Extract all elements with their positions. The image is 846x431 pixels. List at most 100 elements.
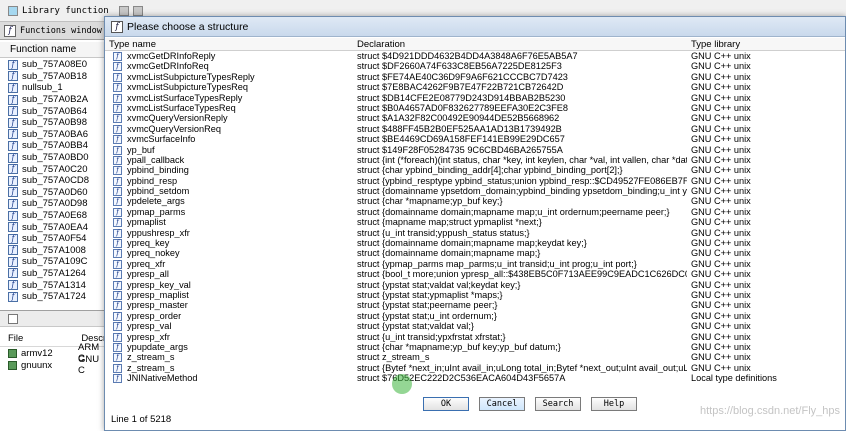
- structure-declaration: struct $DF2660A74F633C8EB56A7225DE8125F3: [357, 61, 562, 72]
- structure-icon: f: [113, 249, 122, 259]
- function-list-item[interactable]: f sub_757A0BD0: [8, 152, 107, 164]
- cancel-button[interactable]: Cancel: [479, 397, 525, 411]
- type-library-column-header[interactable]: Type library: [691, 39, 740, 50]
- function-list-item[interactable]: f sub_757A1008: [8, 245, 107, 257]
- structure-type-library: GNU C++ unix: [691, 279, 751, 290]
- structure-type-library: GNU C++ unix: [691, 362, 751, 373]
- structure-row[interactable]: f ypbind_resp struct {ypbind_resptype ypbi…: [105, 176, 845, 186]
- structure-row[interactable]: f JNINativeMethod struct $76D52EC222D2C536…: [105, 373, 845, 384]
- structure-row[interactable]: f yp_buf struct $149F28F05284735 9C6CBD46B…: [105, 145, 845, 155]
- structure-declaration: struct {domainname domain;mapname map;ke…: [357, 238, 587, 249]
- structure-row[interactable]: f yppushresp_xfr struct {u_int transid;ypp…: [105, 228, 845, 238]
- function-list-item[interactable]: f sub_757A0CD8: [8, 175, 107, 187]
- structure-type-name: ypresp_val: [127, 321, 172, 332]
- structure-declaration: struct {Bytef *next_in;uInt avail_in;uLo…: [357, 362, 687, 373]
- structure-row[interactable]: f ypresp_key_val struct {ypstat stat;valda…: [105, 280, 845, 290]
- structure-type-library: GNU C++ unix: [691, 258, 751, 269]
- structure-row[interactable]: f ypresp_val struct {ypstat stat;valdat va…: [105, 321, 845, 332]
- function-name: sub_757A0EA4: [22, 221, 89, 233]
- structure-row[interactable]: f ypreq_nokey struct {domainname domain;ma…: [105, 248, 845, 259]
- structure-type-library: GNU C++ unix: [691, 269, 751, 280]
- function-name: sub_757A1314: [22, 279, 86, 291]
- function-list-item[interactable]: f sub_757A0E68: [8, 210, 107, 222]
- function-list-item[interactable]: f sub_757A0F54: [8, 233, 107, 245]
- ida-icon: f: [111, 20, 123, 33]
- function-list-item[interactable]: f sub_757A0BB4: [8, 140, 107, 152]
- library-icon: [8, 348, 17, 358]
- legend-label-library-function: Library function: [22, 5, 109, 16]
- structure-type-library: GNU C++ unix: [691, 186, 751, 197]
- function-name: sub_757A0B64: [22, 105, 87, 117]
- declaration-column-header[interactable]: Declaration: [357, 39, 405, 50]
- structure-icon: f: [113, 363, 122, 373]
- structure-type-name: ypbind_setdom: [127, 186, 190, 197]
- structure-row[interactable]: f ypreq_xfr struct {ypmap_parms map_parms;…: [105, 259, 845, 269]
- file-column-header[interactable]: File: [0, 333, 23, 344]
- function-name: sub_757A1724: [22, 291, 86, 303]
- structure-row[interactable]: f ypresp_order struct {ypstat stat;u_int o…: [105, 311, 845, 321]
- structure-row[interactable]: f xvmcGetDRInfoReq struct $DF2660A74F633C8…: [105, 61, 845, 72]
- structure-row[interactable]: f ypall_callback struct {int (*foreach)(in…: [105, 155, 845, 165]
- structure-declaration: struct $7E8BAC4262F9B7E47F22B721CB72642D: [357, 82, 564, 93]
- library-file: armv12: [21, 347, 53, 359]
- function-name: sub_757A08E0: [22, 59, 87, 71]
- structure-row[interactable]: f ypmaplist struct {mapname map;struct ypm…: [105, 217, 845, 228]
- structure-row[interactable]: f z_stream_s struct z_stream_s GNU C++ unix: [105, 352, 845, 363]
- type-name-column-header[interactable]: Type name: [109, 39, 156, 50]
- function-list-item[interactable]: f sub_757A0BA6: [8, 129, 107, 141]
- function-list-item[interactable]: f sub_757A08E0: [8, 59, 107, 71]
- function-list-item[interactable]: f sub_757A0B64: [8, 105, 107, 117]
- function-list-item[interactable]: f sub_757A0B18: [8, 71, 107, 83]
- structure-row[interactable]: f xvmcGetDRInfoReply struct $4D921DDD4632B…: [105, 51, 845, 61]
- structure-row[interactable]: f ypupdate_args struct {char *mapname;yp_b…: [105, 342, 845, 352]
- structure-row[interactable]: f ypbind_setdom struct {domainname ypsetdo…: [105, 186, 845, 197]
- structure-icon: f: [113, 374, 122, 384]
- function-list-item[interactable]: f sub_757A0D98: [8, 198, 107, 210]
- function-name: sub_757A0D60: [22, 186, 88, 198]
- structure-type-name: ypmaplist: [127, 217, 166, 228]
- function-list-item[interactable]: f sub_757A0D60: [8, 187, 107, 199]
- structure-type-library: GNU C++ unix: [691, 248, 751, 259]
- structure-row[interactable]: f xvmcListSurfaceTypesReply struct $DB14CF…: [105, 93, 845, 103]
- structure-row[interactable]: f xvmcListSurfaceTypesReq struct $B0A4657A…: [105, 103, 845, 113]
- structure-row[interactable]: f ypresp_xfr struct {u_int transid;ypxfrst…: [105, 332, 845, 342]
- structure-type-library: GNU C++ unix: [691, 102, 751, 113]
- function-list-item[interactable]: f sub_757A0EA4: [8, 221, 107, 233]
- function-list-item[interactable]: f sub_757A109C: [8, 256, 107, 268]
- structure-row[interactable]: f xvmcQueryVersionReply struct $A1A32F82C0…: [105, 113, 845, 124]
- structure-icon: f: [113, 280, 122, 290]
- structure-type-library: GNU C++ unix: [691, 331, 751, 342]
- function-list-item[interactable]: f sub_757A1314: [8, 279, 107, 291]
- structure-row[interactable]: f ypresp_all struct {bool_t more;union ypr…: [105, 269, 845, 280]
- structure-type-name: ypresp_maplist: [127, 289, 189, 300]
- function-list-item[interactable]: f sub_757A0B2A: [8, 94, 107, 106]
- structure-row[interactable]: f ypmap_parms struct {domainname domain;ma…: [105, 207, 845, 217]
- structure-row[interactable]: f ypresp_maplist struct {ypstat stat;ypmap…: [105, 290, 845, 300]
- structure-icon: f: [113, 197, 122, 207]
- structure-row[interactable]: f xvmcSurfaceInfo struct $BE4469CD69A158FE…: [105, 134, 845, 145]
- structure-row[interactable]: f ypdelete_args struct {char *mapname;yp_b…: [105, 196, 845, 207]
- function-icon: f: [8, 106, 18, 117]
- structure-row[interactable]: f ypresp_master struct {ypstat stat;peerna…: [105, 300, 845, 311]
- window-icon[interactable]: [8, 313, 18, 324]
- help-button[interactable]: Help: [591, 397, 637, 411]
- ok-button[interactable]: OK: [423, 397, 469, 411]
- structure-row[interactable]: f xvmcQueryVersionReq struct $488FF45B2B0E…: [105, 124, 845, 134]
- structure-type-library: GNU C++ unix: [691, 227, 751, 238]
- library-row[interactable]: gnuunx GNU C: [0, 354, 108, 376]
- structure-row[interactable]: f ypbind_binding struct {char ypbind_bindi…: [105, 165, 845, 176]
- structure-row[interactable]: f z_stream_s struct {Bytef *next_in;uInt a…: [105, 363, 845, 373]
- function-list-item[interactable]: f sub_757A0C20: [8, 163, 107, 175]
- search-button[interactable]: Search: [535, 397, 581, 411]
- structure-row[interactable]: f xvmcListSubpictureTypesReply struct $FE7…: [105, 72, 845, 82]
- structure-row[interactable]: f ypreq_key struct {domainname domain;mapn…: [105, 238, 845, 249]
- dialog-title: Please choose a structure: [127, 20, 249, 33]
- function-list-item[interactable]: f nullsub_1: [8, 82, 107, 94]
- function-list-item[interactable]: f sub_757A1724: [8, 291, 107, 303]
- structure-type-name: ypresp_master: [127, 300, 188, 311]
- structure-row[interactable]: f xvmcListSubpictureTypesReq struct $7E8BA…: [105, 82, 845, 93]
- function-list-item[interactable]: f sub_757A0B98: [8, 117, 107, 129]
- function-list-item[interactable]: f sub_757A1264: [8, 268, 107, 280]
- function-name-column-header[interactable]: Function name: [0, 42, 107, 58]
- function-icon: f: [8, 117, 18, 128]
